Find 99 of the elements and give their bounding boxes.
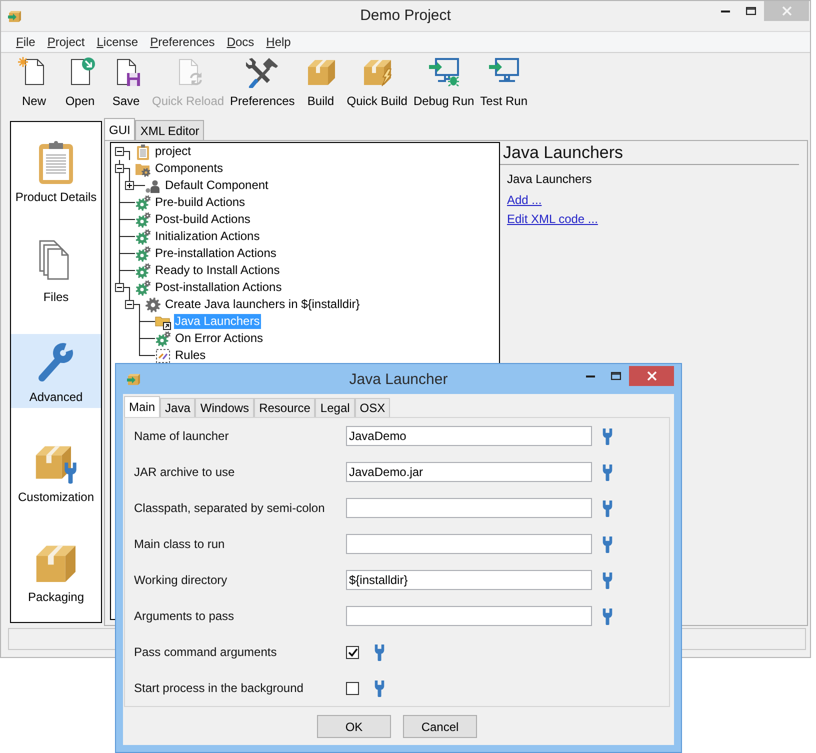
tree-item[interactable]: project — [154, 144, 192, 159]
tree-item[interactable]: Rules — [174, 348, 207, 363]
tree-item[interactable]: Pre-build Actions — [154, 195, 246, 210]
wrench-icon[interactable] — [374, 680, 385, 696]
maximize-icon — [611, 372, 621, 380]
checkbox[interactable] — [346, 682, 359, 694]
text-field[interactable]: JavaDemo — [346, 426, 592, 446]
gears-icon — [135, 262, 151, 278]
text-field[interactable]: JavaDemo.jar — [346, 462, 592, 482]
tab[interactable]: Legal — [315, 398, 355, 417]
sidebar-item[interactable]: Customization — [11, 434, 101, 508]
wrench-icon[interactable] — [602, 464, 613, 480]
collapse-toggle[interactable] — [115, 283, 124, 292]
sidebar-item[interactable]: Product Details — [11, 134, 101, 208]
monitor-bug-icon — [428, 56, 460, 88]
wrench-icon[interactable] — [602, 608, 613, 624]
field-label: JAR archive to use — [134, 464, 235, 480]
wrench-icon[interactable] — [602, 428, 613, 444]
collapse-toggle[interactable] — [125, 300, 134, 309]
menu-item[interactable]: File — [10, 34, 42, 50]
link[interactable]: Edit XML code ... — [507, 212, 598, 226]
menu-item[interactable]: Docs — [220, 34, 260, 50]
text-field[interactable] — [346, 606, 592, 626]
collapse-toggle[interactable] — [115, 147, 124, 156]
link[interactable]: Add ... — [507, 193, 542, 207]
folder-shortcut-icon — [155, 314, 171, 330]
gears-icon — [135, 228, 151, 244]
box-arrow-icon — [8, 9, 22, 23]
menu-item[interactable]: License — [90, 34, 144, 50]
toolbar-button[interactable]: Quick Build — [346, 56, 408, 108]
gear-icon — [145, 296, 161, 312]
dialog-title: Java Launcher — [349, 371, 448, 388]
panel-subtitle: Java Launchers — [507, 172, 592, 186]
tree-item[interactable]: On Error Actions — [174, 331, 264, 346]
figure-icon — [145, 178, 161, 194]
toolbar-button[interactable]: Open — [60, 56, 100, 108]
tree-item[interactable]: Pre-installation Actions — [154, 246, 278, 261]
tab[interactable]: GUI — [104, 118, 136, 140]
tab[interactable]: Main — [124, 396, 160, 417]
menu-item[interactable]: Help — [260, 34, 297, 50]
menu-item[interactable]: Preferences — [144, 34, 221, 50]
field-label: Start process in the background — [134, 680, 304, 696]
menu-item[interactable]: Project — [41, 34, 91, 50]
toolbar-button[interactable]: New — [14, 56, 54, 108]
gears-icon — [135, 280, 151, 296]
text-field[interactable]: ${installdir} — [346, 570, 592, 590]
tab[interactable]: Windows — [195, 398, 254, 417]
tab[interactable]: Java — [160, 398, 196, 417]
minimize-icon — [720, 10, 730, 12]
field-label: Arguments to pass — [134, 608, 234, 624]
tree-item[interactable]: Post-installation Actions — [154, 280, 283, 295]
close-icon — [782, 6, 792, 16]
gears-icon — [135, 194, 151, 210]
sidebar-item[interactable]: Advanced — [11, 334, 101, 408]
expand-toggle[interactable] — [125, 181, 134, 190]
dialog-button[interactable]: Cancel — [403, 715, 477, 738]
tree-item[interactable]: Create Java launchers in ${installdir} — [164, 297, 361, 312]
wrench-icon[interactable] — [602, 500, 613, 516]
wrench-icon[interactable] — [602, 572, 613, 588]
wrench-icon[interactable] — [374, 644, 385, 660]
tree-item[interactable]: Post-build Actions — [154, 212, 252, 227]
tools-icon — [246, 56, 278, 88]
checkbox[interactable] — [346, 646, 359, 658]
gears-icon — [135, 246, 151, 262]
gears-icon — [155, 330, 171, 346]
field-label: Name of launcher — [134, 428, 229, 444]
text-field[interactable] — [346, 498, 592, 518]
field-label: Classpath, separated by semi-colon — [134, 500, 325, 516]
sidebar-item[interactable]: Files — [11, 234, 101, 308]
dashed-box-icon — [155, 348, 171, 364]
close-button[interactable] — [629, 366, 674, 386]
toolbar-button[interactable]: Save — [106, 56, 146, 108]
window-title: Demo Project — [360, 7, 451, 25]
tree-item[interactable]: Components — [154, 161, 224, 176]
field-label: Main class to run — [134, 536, 225, 552]
tree-item[interactable]: Default Component — [164, 178, 270, 193]
toolbar-button[interactable]: Preferences — [230, 56, 295, 108]
sidebar-item[interactable]: Packaging — [11, 534, 101, 608]
collapse-toggle[interactable] — [115, 164, 124, 173]
check-icon — [348, 648, 358, 656]
maximize-icon — [746, 7, 756, 15]
wrench-icon[interactable] — [602, 536, 613, 552]
minimize-icon — [586, 374, 594, 378]
tab[interactable]: XML Editor — [135, 120, 204, 140]
tab[interactable]: OSX — [354, 398, 390, 417]
close-icon — [646, 371, 656, 381]
gears-icon — [135, 212, 151, 228]
toolbar-button[interactable]: Test Run — [480, 56, 528, 108]
toolbar-button[interactable]: Debug Run — [413, 56, 474, 108]
text-field[interactable] — [346, 534, 592, 554]
panel-heading: Java Launchers — [500, 142, 799, 165]
field-label: Pass command arguments — [134, 644, 277, 660]
dialog-button[interactable]: OK — [317, 715, 391, 738]
box-arrow-icon — [127, 372, 141, 386]
field-label: Working directory — [134, 572, 228, 588]
toolbar-button[interactable]: Build — [300, 56, 341, 108]
tab[interactable]: Resource — [254, 398, 316, 417]
tree-item[interactable]: Ready to Install Actions — [154, 263, 281, 278]
tree-item[interactable]: Initialization Actions — [154, 229, 261, 244]
